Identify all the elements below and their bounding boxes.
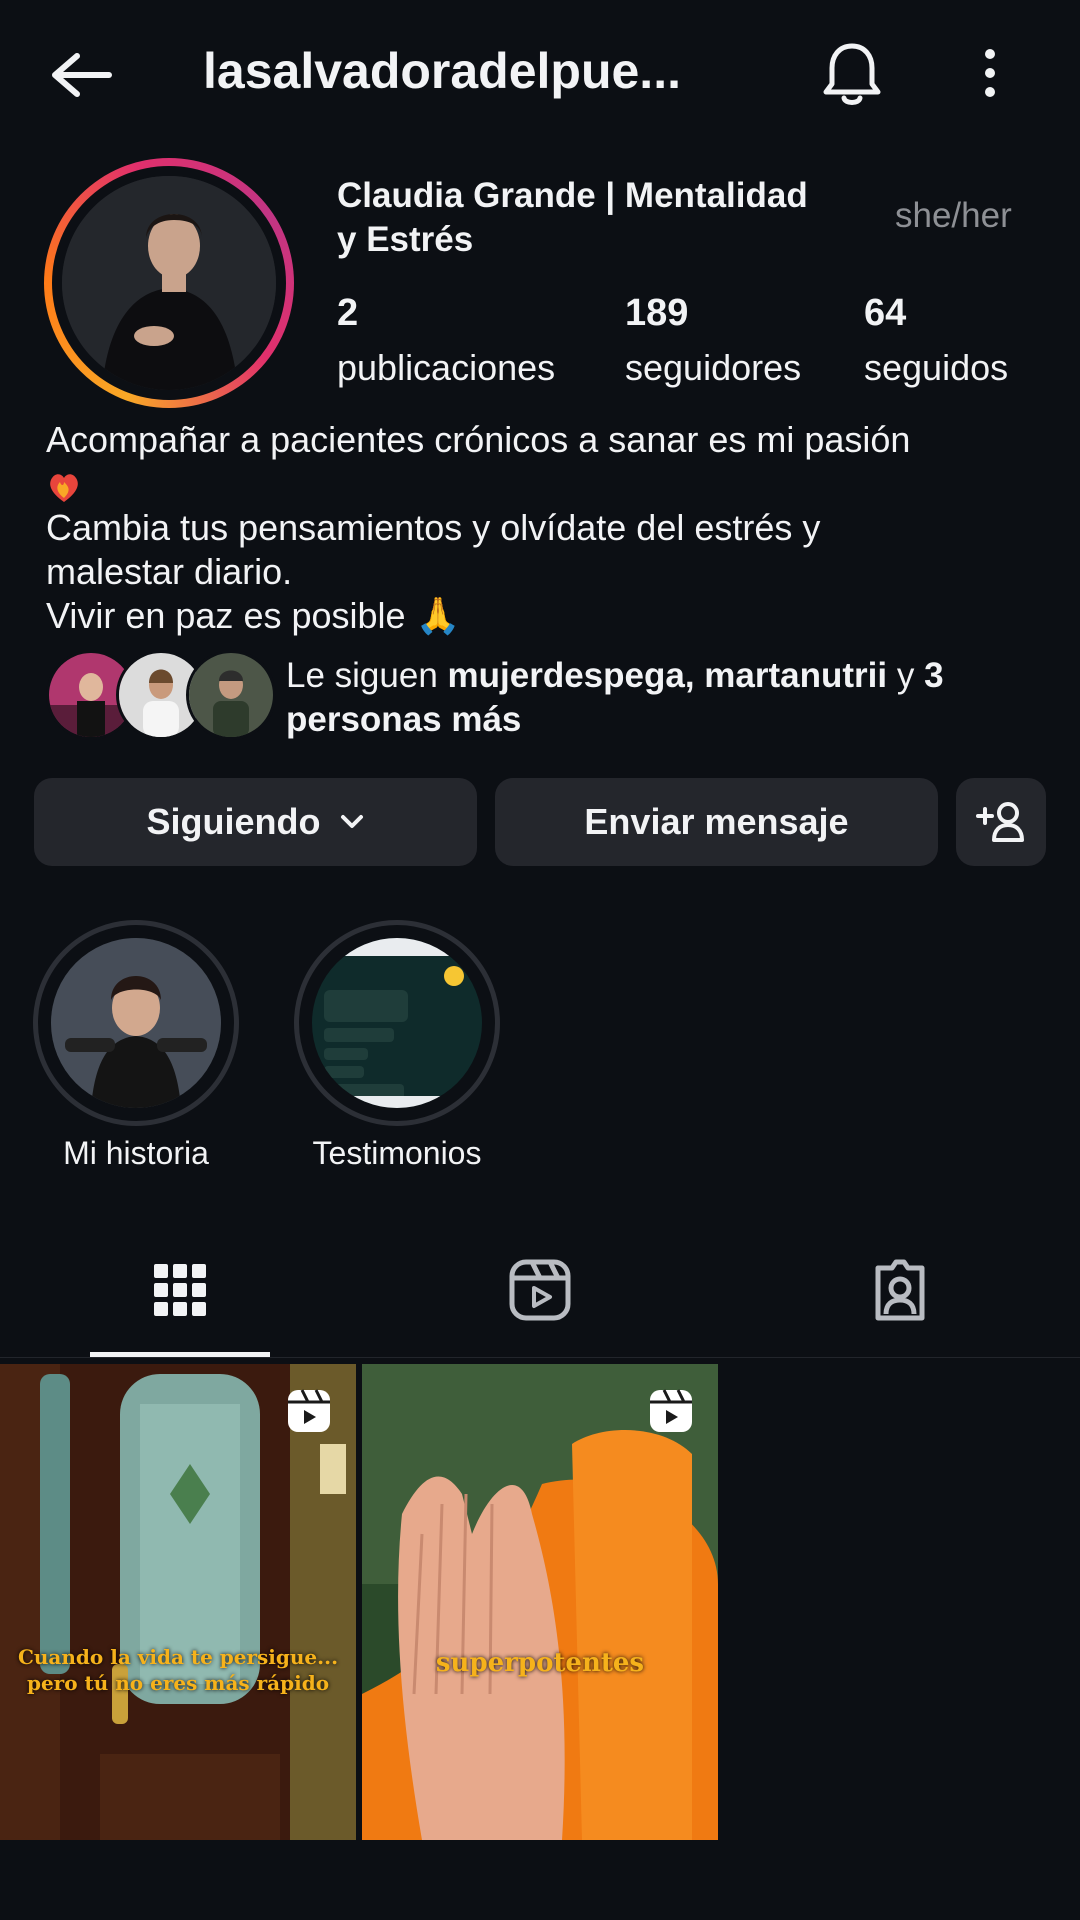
display-name-line1: Claudia Grande | Mentalidad (337, 176, 808, 215)
stat-following-label: seguidos (864, 347, 1009, 388)
pronouns: she/her (895, 196, 1012, 235)
post-thumbnail-2[interactable]: superpotentes (362, 1364, 718, 1840)
highlight-mi-historia[interactable] (51, 938, 221, 1108)
bio-line-2: Cambia tus pensamientos y olvídate del e… (46, 507, 821, 548)
stat-posts-label: publicaciones (337, 347, 556, 388)
add-person-icon (976, 802, 1024, 842)
reel-badge-icon (286, 1388, 332, 1434)
suggest-people-button[interactable] (956, 778, 1046, 866)
grid-icon (154, 1264, 206, 1316)
profile-avatar[interactable] (62, 176, 276, 390)
tab-posts-grid[interactable] (120, 1250, 240, 1330)
more-vertical-icon (985, 49, 995, 97)
mutual-avatar-3 (186, 650, 276, 740)
stat-posts-value: 2 (337, 292, 359, 334)
stat-following-value: 64 (864, 292, 907, 334)
heart-on-fire-icon (50, 474, 78, 503)
post-1-caption: Cuando la vida te persigue... pero tú no… (0, 1644, 356, 1696)
highlight-testimonios[interactable] (312, 938, 482, 1108)
following-label: Siguiendo (146, 801, 321, 842)
post-1-image (0, 1364, 356, 1840)
more-options-button[interactable] (965, 38, 1015, 108)
bio-line-3: malestar diario. (46, 551, 293, 592)
stat-followers-label: seguidores (625, 347, 802, 388)
mutual-user-1[interactable]: mujerdespega (448, 656, 685, 695)
followed-by-sep: , (684, 656, 705, 695)
post-1-caption-line2: pero tú no eres más rápido (26, 1671, 330, 1695)
send-message-button[interactable]: Enviar mensaje (495, 778, 938, 866)
stat-followers-value: 189 (625, 292, 689, 334)
reels-icon (509, 1259, 571, 1321)
tab-divider (0, 1357, 1080, 1358)
tagged-icon (875, 1259, 925, 1321)
top-bar: lasalvadoradelpue... (0, 0, 1080, 150)
post-1-caption-line1: Cuando la vida te persigue... (17, 1645, 339, 1669)
mutual-followers[interactable]: Le siguen mujerdespega, martanutrii y 3 … (46, 650, 1046, 740)
profile-bio: Acompañar a pacientes crónicos a sanar e… (46, 418, 1046, 638)
avatar-photo (62, 176, 276, 390)
mutual-followers-text: Le siguen mujerdespega, martanutrii y 3 … (286, 654, 1046, 742)
stat-followers[interactable]: 189 seguidores (625, 292, 801, 389)
highlight-label-1[interactable]: Mi historia (6, 1135, 266, 1172)
mutual-user-2[interactable]: martanutrii (704, 656, 887, 695)
profile-display-name: Claudia Grande | Mentalidad y Estrés (337, 174, 877, 262)
followed-by-prefix: Le siguen (286, 656, 448, 695)
highlight-1-image (51, 938, 221, 1108)
stat-posts[interactable]: 2 publicaciones (337, 292, 555, 389)
arrow-left-icon (52, 53, 112, 97)
tab-reels[interactable] (480, 1250, 600, 1330)
reel-badge-icon (648, 1388, 694, 1434)
bell-icon (823, 43, 881, 105)
profile-username: lasalvadoradelpue... (203, 43, 681, 99)
stat-following[interactable]: 64 seguidos (864, 292, 1008, 389)
back-button[interactable] (40, 40, 120, 110)
followed-by-mid: y (887, 656, 925, 695)
bio-line-1: Acompañar a pacientes crónicos a sanar e… (46, 419, 911, 460)
bio-line-4: Vivir en paz es posible 🙏 (46, 595, 461, 636)
display-name-line2: y Estrés (337, 220, 474, 259)
highlight-2-image (312, 938, 482, 1108)
tab-tagged[interactable] (840, 1250, 960, 1330)
following-button[interactable]: Siguiendo (34, 778, 477, 866)
bio-emoji-line (46, 462, 1046, 506)
post-2-caption: superpotentes (435, 1648, 645, 1678)
chevron-down-icon (340, 815, 363, 828)
highlight-label-2[interactable]: Testimonios (267, 1135, 527, 1172)
notifications-button[interactable] (812, 35, 892, 115)
post-2-image (362, 1364, 718, 1840)
send-message-label: Enviar mensaje (584, 801, 849, 842)
post-thumbnail-1[interactable]: Cuando la vida te persigue... pero tú no… (0, 1364, 356, 1840)
